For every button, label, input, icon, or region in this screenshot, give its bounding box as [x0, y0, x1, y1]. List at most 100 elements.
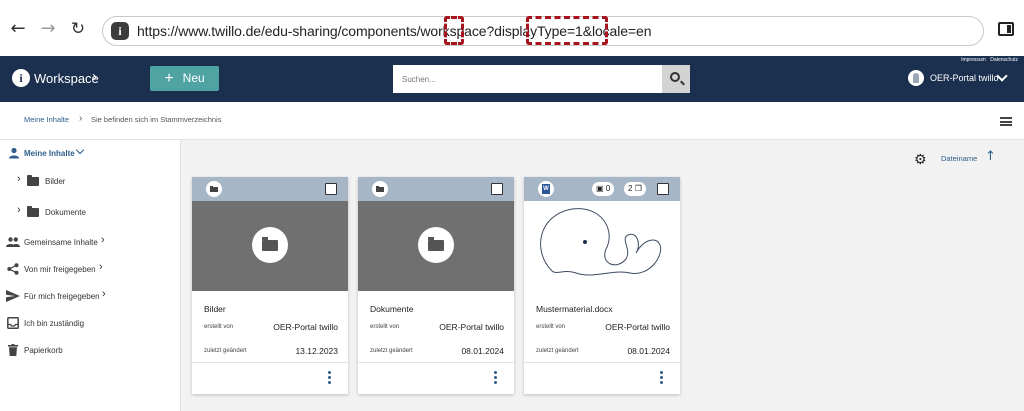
comments-count: 0: [605, 184, 611, 193]
meta-label: zuletzt geändert: [536, 348, 579, 354]
search-button[interactable]: [662, 65, 690, 93]
meta-label: erstellt von: [536, 324, 566, 330]
sidebar-item-label: Ich bin zuständig: [24, 319, 85, 328]
user-name[interactable]: OER-Portal twillo: [930, 73, 999, 83]
chevron-right-icon[interactable]: ›: [99, 261, 103, 273]
info-icon: i: [12, 69, 30, 87]
sidebar-item-dokumente[interactable]: › Dokumente: [0, 202, 181, 222]
card-thumbnail[interactable]: [192, 201, 348, 291]
meta-value: 08.01.2024: [627, 346, 670, 356]
sidebar-item-label: Dokumente: [45, 208, 86, 217]
new-button-label: Neu: [182, 71, 205, 85]
back-icon[interactable]: ←: [6, 17, 30, 41]
gear-icon[interactable]: ⚙: [914, 152, 927, 168]
main-content: ⚙ Dateiname ↑ Bilder erstellt von OER-Po…: [181, 140, 1024, 411]
sidebar-item-gemeinsame-inhalte[interactable]: Gemeinsame Inhalte ›: [0, 232, 181, 252]
collections-counter[interactable]: 2 ❐: [624, 182, 646, 196]
more-vert-icon[interactable]: [494, 371, 498, 385]
url-highlight-question-mark: [444, 16, 464, 45]
forward-icon[interactable]: →: [36, 17, 60, 41]
sort-field-label[interactable]: Dateiname: [941, 154, 977, 163]
comments-counter[interactable]: ▣ 0: [592, 182, 615, 196]
sidebar: Meine Inhalte › Bilder › Dokumente Gemei…: [0, 140, 181, 411]
card-thumbnail[interactable]: [358, 201, 514, 291]
chevron-down-icon[interactable]: [75, 145, 85, 155]
card-created-row: erstellt von OER-Portal twillo: [204, 322, 338, 334]
person-icon: [9, 147, 19, 159]
card-checkbox[interactable]: [325, 183, 337, 195]
plus-icon: +: [164, 70, 174, 87]
collections-count: 2: [628, 184, 633, 193]
collection-icon: ❐: [634, 184, 642, 193]
arrow-up-icon[interactable]: ↑: [985, 149, 996, 164]
sidebar-item-ich-bin-zustaendig[interactable]: Ich bin zuständig: [0, 313, 181, 333]
url-highlight-locale: [526, 16, 608, 45]
sidebar-item-label: Von mir freigegeben: [24, 265, 96, 274]
share-icon: [7, 263, 19, 275]
chevron-right-icon[interactable]: ›: [17, 173, 21, 185]
more-vert-icon[interactable]: [328, 371, 332, 385]
side-panel-icon[interactable]: [998, 22, 1014, 36]
breadcrumb: Meine Inhalte › Sie befinden sich im Sta…: [0, 102, 1024, 140]
search-icon: [670, 72, 680, 82]
meta-value: 08.01.2024: [461, 346, 504, 356]
footer-links: Impressum Datenschutz: [958, 57, 1018, 63]
list-view-icon[interactable]: [1000, 117, 1012, 126]
reload-icon[interactable]: ↻: [66, 17, 90, 41]
search-input[interactable]: [393, 65, 662, 93]
meta-value: OER-Portal twillo: [273, 322, 338, 332]
folder-preview: [418, 227, 454, 263]
folder-icon: [376, 185, 384, 192]
app-header: i Workspace › + Neu Impressum Datenschutz…: [0, 56, 1024, 102]
card-title[interactable]: Mustermaterial.docx: [536, 304, 613, 314]
chevron-right-icon[interactable]: ›: [92, 68, 97, 85]
send-icon: [6, 290, 20, 302]
sidebar-item-meine-inhalte[interactable]: Meine Inhalte: [0, 143, 181, 163]
chevron-right-icon[interactable]: ›: [101, 234, 105, 246]
search-box: [393, 65, 662, 93]
meta-label: zuletzt geändert: [370, 348, 413, 354]
card-divider: [192, 362, 348, 363]
folder-icon: [27, 206, 39, 217]
document-preview: [540, 208, 662, 276]
card-bilder[interactable]: Bilder erstellt von OER-Portal twillo zu…: [192, 177, 348, 394]
user-avatar[interactable]: [908, 70, 924, 86]
card-checkbox[interactable]: [491, 183, 503, 195]
card-thumbnail[interactable]: [524, 201, 680, 291]
card-mustermaterial[interactable]: W ▣ 0 2 ❐ Mustermaterial.docx erstellt v…: [524, 177, 680, 394]
inbox-icon: [7, 317, 19, 329]
impressum-link[interactable]: Impressum: [961, 57, 986, 63]
meta-value: OER-Portal twillo: [605, 322, 670, 332]
card-header: [192, 177, 348, 201]
site-info-icon[interactable]: i: [111, 22, 129, 40]
sidebar-item-papierkorb[interactable]: Papierkorb: [0, 340, 181, 360]
card-dokumente[interactable]: Dokumente erstellt von OER-Portal twillo…: [358, 177, 514, 394]
chevron-right-icon[interactable]: ›: [17, 204, 21, 216]
card-divider: [524, 362, 680, 363]
sidebar-item-bilder[interactable]: › Bilder: [0, 171, 181, 191]
word-document-icon: W: [542, 184, 550, 194]
folder-type-badge: [372, 181, 388, 197]
card-title[interactable]: Dokumente: [370, 304, 413, 314]
sidebar-item-fuer-mich-freigegeben[interactable]: Für mich freigegeben ›: [0, 286, 181, 306]
card-created-row: erstellt von OER-Portal twillo: [536, 322, 670, 334]
meta-value: OER-Portal twillo: [439, 322, 504, 332]
folder-icon: [210, 185, 218, 192]
sidebar-item-von-mir-freigegeben[interactable]: Von mir freigegeben ›: [0, 259, 181, 279]
card-header: [358, 177, 514, 201]
more-vert-icon[interactable]: [660, 371, 664, 385]
card-header: W ▣ 0 2 ❐: [524, 177, 680, 201]
breadcrumb-home[interactable]: Meine Inhalte: [24, 115, 69, 124]
card-checkbox[interactable]: [657, 183, 669, 195]
folder-icon: [262, 237, 278, 251]
folder-icon: [428, 237, 444, 251]
sidebar-item-label: Gemeinsame Inhalte: [24, 238, 98, 247]
workspace-title[interactable]: Workspace: [34, 71, 99, 86]
card-divider: [358, 362, 514, 363]
datenschutz-link[interactable]: Datenschutz: [990, 57, 1018, 63]
meta-label: zuletzt geändert: [204, 348, 247, 354]
card-title[interactable]: Bilder: [204, 304, 226, 314]
chevron-right-icon[interactable]: ›: [102, 288, 106, 300]
new-button[interactable]: + Neu: [150, 66, 219, 91]
comment-icon: ▣: [596, 184, 604, 193]
